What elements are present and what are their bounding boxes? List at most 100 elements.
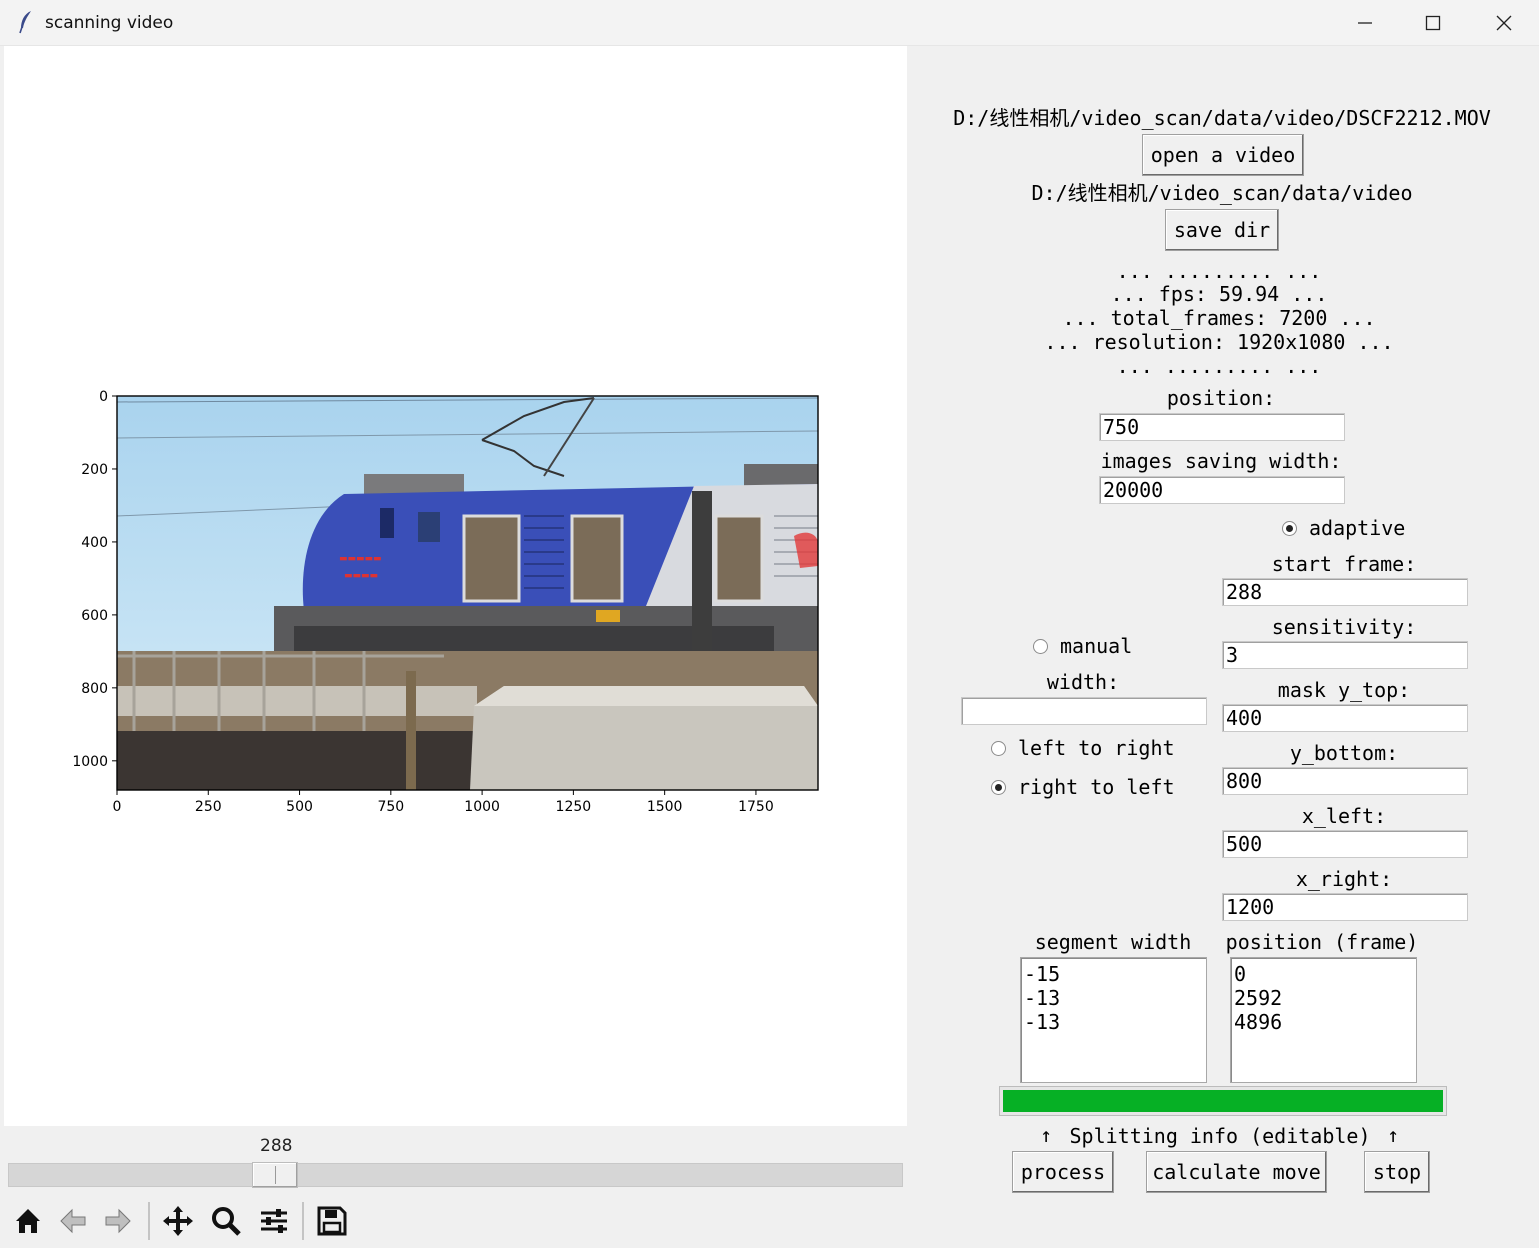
x-tick-label: 750 (377, 799, 404, 815)
up-arrow-icon: ↑ (1040, 1123, 1053, 1147)
adaptive-radio[interactable]: adaptive (1282, 516, 1405, 540)
manual-radio[interactable]: manual (1033, 634, 1132, 658)
x-tick-label: 0 (113, 799, 122, 815)
pan-button[interactable] (156, 1199, 200, 1243)
segment-width-header: segment width (1034, 930, 1192, 954)
window-title: scanning video (45, 13, 174, 33)
x-axis-ticks: 0 250 500 750 1000 1250 1500 1750 (113, 790, 774, 815)
radio-unselected-indicator (1033, 638, 1048, 654)
mask-y-top-label: mask y_top: (1277, 678, 1411, 702)
title-bar: scanning video (0, 0, 1539, 46)
open-video-button[interactable]: open a video (1142, 134, 1304, 176)
configure-subplots-icon (261, 1209, 287, 1233)
list-item[interactable]: -13 (1024, 1010, 1203, 1034)
mask-y-top-input[interactable] (1222, 704, 1468, 732)
list-item[interactable]: -15 (1024, 962, 1203, 986)
toolbar-separator (148, 1202, 150, 1240)
sensitivity-label: sensitivity: (1271, 615, 1417, 639)
list-item[interactable]: -13 (1024, 986, 1203, 1010)
y-tick-label: 400 (81, 535, 108, 551)
close-icon (1496, 15, 1512, 31)
saving-width-input[interactable] (1099, 476, 1345, 504)
progress-fill (1003, 1090, 1443, 1112)
x-tick-label: 1750 (738, 799, 774, 815)
zoom-button[interactable] (204, 1199, 248, 1243)
radio-selected-indicator (991, 779, 1006, 795)
plot-canvas[interactable]: ▬▬▬▬▬ ▬▬▬▬ 0 250 500 750 1000 1250 1500 … (4, 46, 907, 1126)
start-frame-label: start frame: (1271, 552, 1417, 576)
saving-width-label: images saving width: (1100, 449, 1342, 473)
home-icon (16, 1209, 40, 1233)
svg-text:▬▬▬▬: ▬▬▬▬ (344, 571, 378, 581)
maximize-button[interactable] (1398, 0, 1468, 46)
minimize-icon (1358, 22, 1372, 24)
pan-icon (163, 1206, 193, 1236)
left-to-right-radio[interactable]: left to right (991, 736, 1175, 760)
up-arrow-icon: ↑ (1387, 1123, 1400, 1147)
configure-subplots-button[interactable] (252, 1199, 296, 1243)
total-frames-info: ... total_frames: 7200 ... (1062, 306, 1376, 330)
toolbar-separator (302, 1202, 304, 1240)
fps-info: ... fps: 59.94 ... (1110, 282, 1328, 306)
x-tick-label: 1500 (647, 799, 683, 815)
feather-app-icon (18, 10, 34, 38)
manual-label: manual (1060, 634, 1133, 658)
y-axis-ticks: 0 200 400 600 800 1000 (72, 389, 117, 770)
splitting-info-label: Splitting info (editable) (1069, 1124, 1371, 1148)
x-tick-label: 500 (286, 799, 313, 815)
position-input[interactable] (1099, 413, 1345, 441)
zoom-icon (212, 1207, 241, 1236)
x-right-label: x_right: (1295, 867, 1393, 891)
y-tick-label: 1000 (72, 754, 108, 770)
forward-icon (105, 1208, 131, 1234)
back-button[interactable] (51, 1199, 95, 1243)
save-dir-button[interactable]: save dir (1165, 209, 1279, 251)
stop-button[interactable]: stop (1364, 1151, 1430, 1193)
y-tick-label: 800 (81, 681, 108, 697)
x-right-input[interactable] (1222, 893, 1468, 921)
x-tick-label: 1250 (556, 799, 592, 815)
x-left-input[interactable] (1222, 830, 1468, 858)
control-panel: D:/线性相机/video_scan/data/video/DSCF2212.M… (907, 46, 1539, 1248)
radio-selected-indicator (1282, 520, 1297, 536)
frame-slider-area: 288 (4, 1126, 907, 1194)
frame-slider-thumb[interactable] (252, 1162, 298, 1188)
frame-slider-value: 288 (260, 1136, 293, 1156)
right-to-left-radio[interactable]: right to left (991, 775, 1175, 799)
video-frame-image: ▬▬▬▬▬ ▬▬▬▬ (116, 395, 819, 791)
frame-slider-trough[interactable] (8, 1163, 903, 1187)
position-frame-header: position (frame) (1225, 930, 1419, 954)
navigation-toolbar (4, 1194, 907, 1248)
left-to-right-label: left to right (1018, 736, 1175, 760)
minimize-button[interactable] (1330, 0, 1400, 46)
home-button[interactable] (6, 1199, 50, 1243)
resolution-info: ... resolution: 1920x1080 ... (1044, 330, 1394, 354)
process-button[interactable]: process (1012, 1151, 1114, 1193)
video-frame-plot: ▬▬▬▬▬ ▬▬▬▬ 0 250 500 750 1000 1250 1500 … (72, 389, 819, 815)
sensitivity-input[interactable] (1222, 641, 1468, 669)
save-figure-button[interactable] (310, 1199, 354, 1243)
segment-width-list[interactable]: -15 -13 -13 (1020, 957, 1207, 1083)
start-frame-input[interactable] (1222, 578, 1468, 606)
x-tick-label: 250 (195, 799, 222, 815)
list-item[interactable]: 0 (1234, 962, 1413, 986)
manual-width-input[interactable] (961, 697, 1207, 725)
forward-button[interactable] (96, 1199, 140, 1243)
svg-text:▬▬▬▬▬: ▬▬▬▬▬ (339, 554, 382, 564)
list-item[interactable]: 2592 (1234, 986, 1413, 1010)
back-icon (60, 1208, 86, 1234)
video-path-label: D:/线性相机/video_scan/data/video/DSCF2212.M… (953, 106, 1491, 130)
x-tick-label: 1000 (464, 799, 500, 815)
save-dir-path-label: D:/线性相机/video_scan/data/video (1031, 181, 1413, 205)
position-frame-list[interactable]: 0 2592 4896 (1230, 957, 1417, 1083)
list-item[interactable]: 4896 (1234, 1010, 1413, 1034)
info-line: ... ......... ... (1116, 259, 1322, 283)
calculate-move-button[interactable]: calculate move (1146, 1151, 1327, 1193)
y-tick-label: 0 (99, 389, 108, 405)
radio-unselected-indicator (991, 740, 1006, 756)
y-bottom-input[interactable] (1222, 767, 1468, 795)
close-button[interactable] (1469, 0, 1539, 46)
right-to-left-label: right to left (1018, 775, 1175, 799)
y-tick-label: 600 (81, 608, 108, 624)
width-label: width: (1046, 670, 1120, 694)
